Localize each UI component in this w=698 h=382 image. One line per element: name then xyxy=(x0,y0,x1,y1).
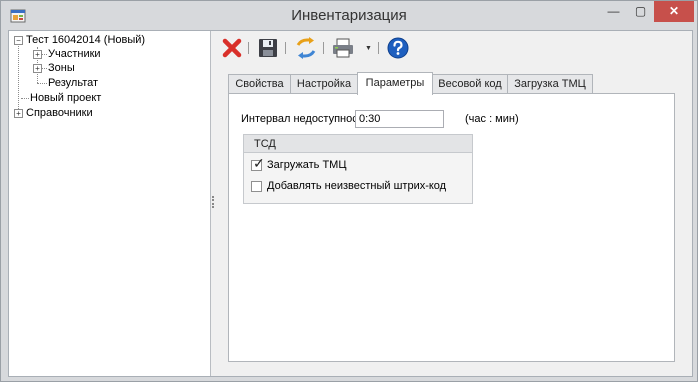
tab-settings[interactable]: Настройка xyxy=(290,74,358,93)
close-button[interactable]: ✕ xyxy=(654,1,694,22)
tree-expand-icon[interactable]: + xyxy=(14,109,23,118)
details-pane: ▼ Свойства Настройка Параметры Весовой к… xyxy=(215,31,692,376)
client-area: − Тест 16042014 (Новый) + Участники + Зо… xyxy=(8,30,693,377)
tree-collapse-icon[interactable]: − xyxy=(14,36,23,45)
parameters-panel: Интервал недоступности: (час : мин) ТСД … xyxy=(228,93,675,362)
toolbar-separator xyxy=(323,42,324,54)
maximize-button[interactable]: ▢ xyxy=(627,1,654,22)
interval-unit-label: (час : мин) xyxy=(465,113,519,125)
tree-item-result[interactable]: Результат xyxy=(48,76,98,90)
tree-item-directories[interactable]: Справочники xyxy=(26,106,93,120)
tree-item-new-project[interactable]: Новый проект xyxy=(30,91,101,105)
tab-properties[interactable]: Свойства xyxy=(228,74,291,93)
tsd-group: ТСД ✓ Загружать ТМЦ Добавлять неизвестны… xyxy=(243,134,473,204)
toolbar-separator xyxy=(378,42,379,54)
tree-expand-icon[interactable]: + xyxy=(33,64,42,73)
save-icon[interactable] xyxy=(257,37,279,59)
tree-expand-icon[interactable]: + xyxy=(33,50,42,59)
tab-weight-code[interactable]: Весовой код xyxy=(432,74,508,93)
help-icon[interactable] xyxy=(387,37,409,59)
tree-item-zones[interactable]: Зоны xyxy=(48,61,75,75)
refresh-icon[interactable] xyxy=(295,37,317,59)
toolbar-separator xyxy=(248,42,249,54)
minimize-button[interactable]: — xyxy=(600,1,627,22)
add-unknown-barcode-checkbox[interactable] xyxy=(251,181,262,192)
tree-item-participants[interactable]: Участники xyxy=(48,47,101,61)
tab-parameters[interactable]: Параметры xyxy=(357,72,433,95)
tree-line xyxy=(37,83,47,84)
project-tree[interactable]: − Тест 16042014 (Новый) + Участники + Зо… xyxy=(9,31,211,376)
app-window: Инвентаризация — ▢ ✕ − Тест 16042014 (Но… xyxy=(0,0,698,382)
interval-input[interactable] xyxy=(355,110,444,128)
interval-label: Интервал недоступности: xyxy=(241,113,372,125)
print-icon[interactable] xyxy=(331,37,357,59)
tree-item-test-project[interactable]: Тест 16042014 (Новый) xyxy=(26,33,145,47)
tab-load-tmc[interactable]: Загрузка ТМЦ xyxy=(507,74,593,93)
tsd-group-title: ТСД xyxy=(244,135,472,153)
print-dropdown-icon[interactable]: ▼ xyxy=(365,45,372,52)
load-tmc-checkbox[interactable]: ✓ xyxy=(251,156,265,171)
add-unknown-barcode-label[interactable]: Добавлять неизвестный штрих-код xyxy=(267,180,446,192)
window-title: Инвентаризация xyxy=(291,7,407,24)
tree-line xyxy=(18,42,19,113)
tree-line xyxy=(21,98,29,99)
toolbar: ▼ xyxy=(215,31,692,64)
load-tmc-label[interactable]: Загружать ТМЦ xyxy=(267,159,346,171)
delete-icon[interactable] xyxy=(221,37,243,59)
toolbar-separator xyxy=(285,42,286,54)
title-bar[interactable]: Инвентаризация — ▢ ✕ xyxy=(1,1,697,31)
check-icon: ✓ xyxy=(253,155,265,171)
